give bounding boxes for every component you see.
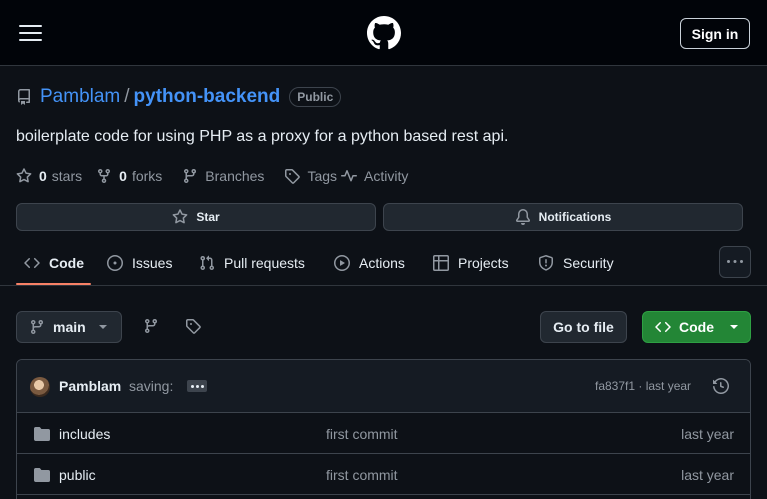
tag-icon <box>285 169 301 184</box>
star-icon <box>16 168 32 183</box>
tab-security-label: Security <box>563 255 614 271</box>
tab-issues-label: Issues <box>132 255 173 271</box>
active-tab-indicator <box>16 283 91 285</box>
pull-request-icon <box>200 255 215 271</box>
notifications-button-label: Notifications <box>538 210 612 224</box>
activity-label: Activity <box>364 168 409 184</box>
branches-link[interactable]: Branches <box>182 168 264 184</box>
avatar[interactable] <box>30 377 50 397</box>
folder-icon <box>34 427 50 441</box>
tab-code-label: Code <box>49 255 84 271</box>
more-tabs-button[interactable] <box>719 246 751 278</box>
repo-name-link[interactable]: python-backend <box>134 86 281 108</box>
branch-icon <box>144 319 157 334</box>
file-date: last year <box>681 426 734 442</box>
latest-commit-row: Pamblam saving: fa837f1 · last year <box>17 360 750 413</box>
file-name[interactable]: public <box>59 467 96 483</box>
code-dropdown-button[interactable]: Code <box>642 311 751 343</box>
repo-description: boilerplate code for using PHP as a prox… <box>16 128 509 145</box>
folder-icon <box>34 468 50 482</box>
star-icon <box>172 209 188 224</box>
visibility-badge: Public <box>289 87 342 107</box>
top-bar: Sign in <box>0 0 767 66</box>
repo-owner-link[interactable]: Pamblam <box>40 86 120 108</box>
play-icon <box>334 255 350 271</box>
caret-down-icon <box>730 325 738 329</box>
expand-commit-button[interactable] <box>187 380 207 392</box>
code-icon <box>24 257 40 269</box>
pulse-icon <box>341 170 358 182</box>
bell-icon <box>515 209 530 225</box>
file-list: Pamblam saving: fa837f1 · last year incl… <box>16 359 751 499</box>
file-commit-message[interactable]: first commit <box>326 467 398 483</box>
tags-label: Tags <box>307 168 338 184</box>
hamburger-icon[interactable] <box>16 21 46 45</box>
commit-hash[interactable]: fa837f1 · last year <box>595 379 691 393</box>
branch-icon <box>30 320 43 335</box>
commit-author[interactable]: Pamblam <box>59 378 121 394</box>
shield-icon <box>539 255 553 271</box>
notifications-button[interactable]: Notifications <box>383 203 743 231</box>
branches-icon-button[interactable] <box>143 318 159 334</box>
go-to-file-button[interactable]: Go to file <box>540 311 627 343</box>
repo-icon <box>16 89 32 105</box>
stars-link[interactable]: 0 stars <box>16 168 82 184</box>
branch-name: main <box>53 319 86 335</box>
tab-actions[interactable]: Actions <box>334 240 405 286</box>
fork-icon <box>98 169 111 184</box>
caret-down-icon <box>98 325 107 329</box>
star-button[interactable]: Star <box>16 203 376 231</box>
table-row[interactable]: includes first commit last year <box>17 413 750 454</box>
repo-title: Pamblam / python-backend Public <box>16 85 342 109</box>
tag-icon <box>186 319 201 334</box>
file-commit-message[interactable]: first commit <box>326 426 398 442</box>
tab-code[interactable]: Code <box>24 240 84 286</box>
forks-label: forks <box>131 168 163 184</box>
github-logo-icon[interactable] <box>367 16 401 50</box>
file-date: last year <box>681 467 734 483</box>
branches-label: Branches <box>205 168 265 184</box>
repo-tabs: Code Issues Pull requests Actions Projec… <box>0 240 767 286</box>
tab-projects-label: Projects <box>458 255 509 271</box>
repo-separator: / <box>124 86 130 107</box>
tab-pull-requests-label: Pull requests <box>224 255 305 271</box>
kebab-horizontal-icon <box>727 260 743 263</box>
tags-icon-button[interactable] <box>185 318 201 334</box>
sign-in-button[interactable]: Sign in <box>680 18 750 49</box>
tab-actions-label: Actions <box>359 255 405 271</box>
history-icon[interactable] <box>713 378 729 394</box>
tab-security[interactable]: Security <box>538 240 614 286</box>
tab-pull-requests[interactable]: Pull requests <box>199 240 305 286</box>
repo-meta: 0 stars 0 forks Branches Tags Activity <box>16 166 422 186</box>
issue-icon <box>107 255 123 271</box>
code-icon <box>655 321 671 333</box>
tab-projects[interactable]: Projects <box>433 240 509 286</box>
forks-count: 0 <box>119 168 127 184</box>
table-icon <box>433 255 449 271</box>
stars-label: stars <box>51 168 83 184</box>
star-button-label: Star <box>196 210 220 224</box>
forks-link[interactable]: 0 forks <box>96 168 162 184</box>
activity-link[interactable]: Activity <box>341 168 408 184</box>
file-name[interactable]: includes <box>59 426 110 442</box>
code-button-label: Code <box>679 319 714 335</box>
tab-issues[interactable]: Issues <box>107 240 172 286</box>
stars-count: 0 <box>39 168 47 184</box>
commit-message[interactable]: saving: <box>129 378 173 394</box>
branch-selector[interactable]: main <box>16 311 122 343</box>
tags-link[interactable]: Tags <box>284 168 337 184</box>
branch-icon <box>184 169 197 184</box>
table-row[interactable]: public first commit last year <box>17 454 750 495</box>
